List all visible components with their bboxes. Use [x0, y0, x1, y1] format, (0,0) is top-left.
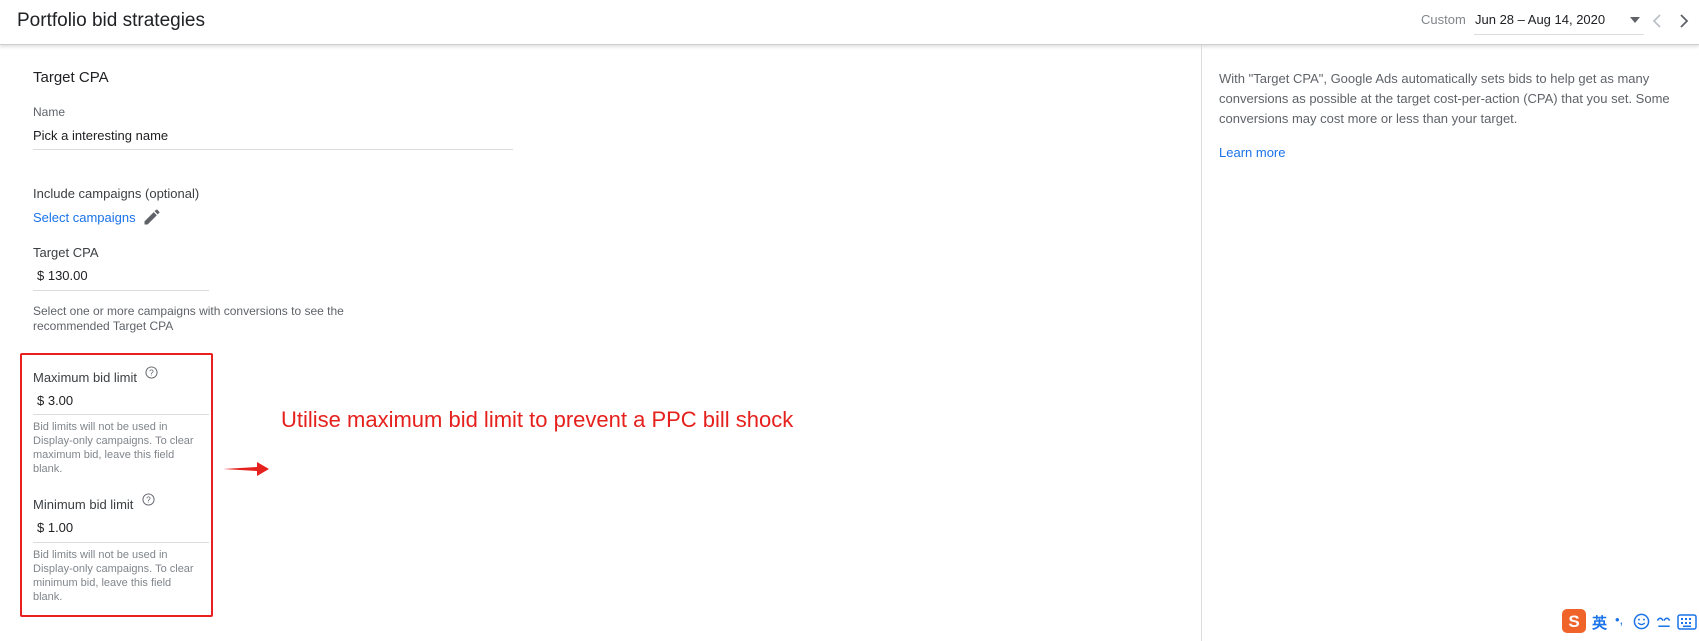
include-campaigns-label: Include campaigns (optional) — [33, 186, 200, 201]
svg-text:?: ? — [146, 494, 151, 504]
min-bid-underline — [33, 542, 209, 543]
ime-toolbar: S 英 •, — [1561, 606, 1699, 636]
learn-more-link[interactable]: Learn more — [1219, 145, 1285, 160]
min-bid-hint-4: blank. — [33, 591, 63, 603]
chevron-left-icon — [1652, 14, 1661, 28]
max-bid-label: Maximum bid limit — [33, 370, 138, 385]
annotation-text: Utilise maximum bid limit to prevent a P… — [281, 407, 794, 432]
max-bid-hint-4: blank. — [33, 463, 63, 475]
voice-input-icon[interactable] — [1655, 613, 1673, 630]
sogou-logo-icon[interactable]: S — [1561, 608, 1587, 634]
max-bid-hint-3: maximum bid, leave this field — [33, 449, 175, 461]
name-label: Name — [33, 105, 66, 119]
min-bid-help-icon[interactable]: ? — [142, 493, 155, 506]
page-title: Portfolio bid strategies — [17, 10, 205, 31]
chevron-right-icon — [1680, 14, 1689, 28]
max-bid-hint-2: Display-only campaigns. To clear — [33, 435, 194, 447]
side-help-line-3: conversions may cost more or less than y… — [1219, 111, 1518, 126]
target-cpa-input[interactable]: $ 130.00 — [37, 268, 88, 283]
max-bid-hint-1: Bid limits will not be used in — [33, 421, 168, 433]
name-input[interactable]: Pick a interesting name — [33, 128, 168, 143]
select-campaigns-link[interactable]: Select campaigns — [33, 210, 136, 225]
emoji-smile-icon[interactable] — [1633, 613, 1650, 630]
min-bid-hint-2: Display-only campaigns. To clear — [33, 563, 194, 575]
svg-text:S: S — [1568, 612, 1579, 631]
side-help-line-1: With "Target CPA", Google Ads automatica… — [1219, 71, 1650, 86]
recommend-hint-line2: recommended Target CPA — [33, 319, 174, 333]
max-bid-input[interactable]: $ 3.00 — [37, 393, 73, 408]
previous-period-button[interactable] — [1647, 10, 1667, 32]
side-help-text: With "Target CPA", Google Ads automatica… — [1219, 69, 1679, 129]
side-help-line-2: conversions as possible at the target co… — [1219, 91, 1670, 106]
next-period-button[interactable] — [1674, 10, 1694, 32]
annotation-arrow-icon — [223, 462, 269, 476]
top-header: Portfolio bid strategies Custom Jun 28 –… — [0, 0, 1699, 45]
section-title: Target CPA — [33, 69, 109, 86]
name-input-underline — [33, 149, 513, 150]
min-bid-input[interactable]: $ 1.00 — [37, 520, 73, 535]
min-bid-hint-1: Bid limits will not be used in — [33, 549, 168, 561]
side-panel-divider — [1201, 45, 1202, 641]
min-bid-hint-3: minimum bid, leave this field — [33, 577, 172, 589]
recommend-hint-line1: Select one or more campaigns with conver… — [33, 304, 344, 318]
keyboard-icon[interactable] — [1677, 614, 1697, 630]
ime-punctuation-toggle[interactable]: •, — [1615, 612, 1623, 627]
date-range-label: Custom — [1421, 12, 1466, 27]
ime-language-toggle[interactable]: 英 — [1592, 612, 1607, 633]
edit-pencil-icon[interactable] — [142, 207, 162, 227]
target-cpa-underline — [33, 290, 209, 291]
target-cpa-label: Target CPA — [33, 245, 99, 260]
date-range-select[interactable]: Jun 28 – Aug 14, 2020 — [1474, 6, 1644, 35]
min-bid-label: Minimum bid limit — [33, 497, 134, 512]
date-range-value: Jun 28 – Aug 14, 2020 — [1475, 12, 1606, 27]
svg-text:?: ? — [149, 367, 154, 377]
max-bid-underline — [33, 414, 209, 415]
max-bid-help-icon[interactable]: ? — [145, 366, 158, 379]
chevron-down-icon — [1630, 17, 1640, 23]
